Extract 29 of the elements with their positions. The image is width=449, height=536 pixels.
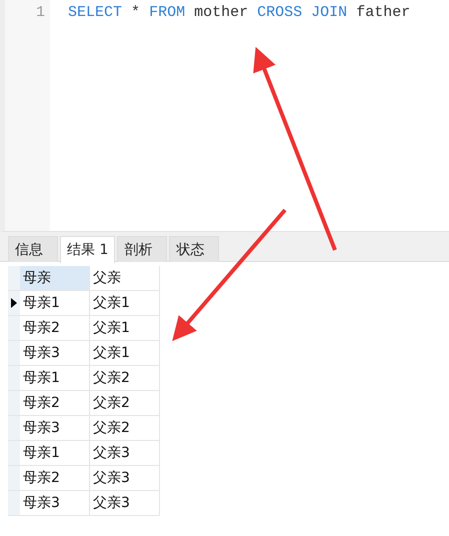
row-header [8,266,20,291]
code-line: SELECT * FROM mother CROSS JOIN father [67,3,412,23]
table-cell: 父亲3 [90,441,160,466]
table-cell: 父亲1 [90,341,160,366]
table-cell: 父亲2 [90,391,160,416]
table-cell: 母亲3 [20,341,90,366]
table-cell: 母亲1 [20,291,90,316]
tab[interactable]: 状态 [169,236,220,262]
column-header: 父亲 [90,266,160,291]
table-cell: 母亲2 [20,466,90,491]
table-cell: 母亲3 [20,416,90,441]
tab[interactable]: 结果 1 [60,236,116,263]
table-cell: 父亲1 [90,316,160,341]
table-cell: 母亲3 [20,491,90,516]
table-cell: 母亲1 [20,366,90,391]
column-header: 母亲 [20,266,90,291]
table-cell: 母亲2 [20,391,90,416]
tab[interactable]: 剖析 [117,236,168,262]
table-cell: 母亲2 [20,316,90,341]
table-cell: 父亲3 [90,466,160,491]
table-cell: 父亲2 [90,366,160,391]
tab[interactable]: 信息 [8,236,58,262]
table-cell: 父亲1 [90,291,160,316]
line-number: 1 [34,3,46,23]
row-header[interactable] [8,291,20,316]
row-pointer-icon [11,298,17,308]
table-cell: 父亲2 [90,416,160,441]
table-cell: 父亲3 [90,491,160,516]
table-cell: 母亲1 [20,441,90,466]
